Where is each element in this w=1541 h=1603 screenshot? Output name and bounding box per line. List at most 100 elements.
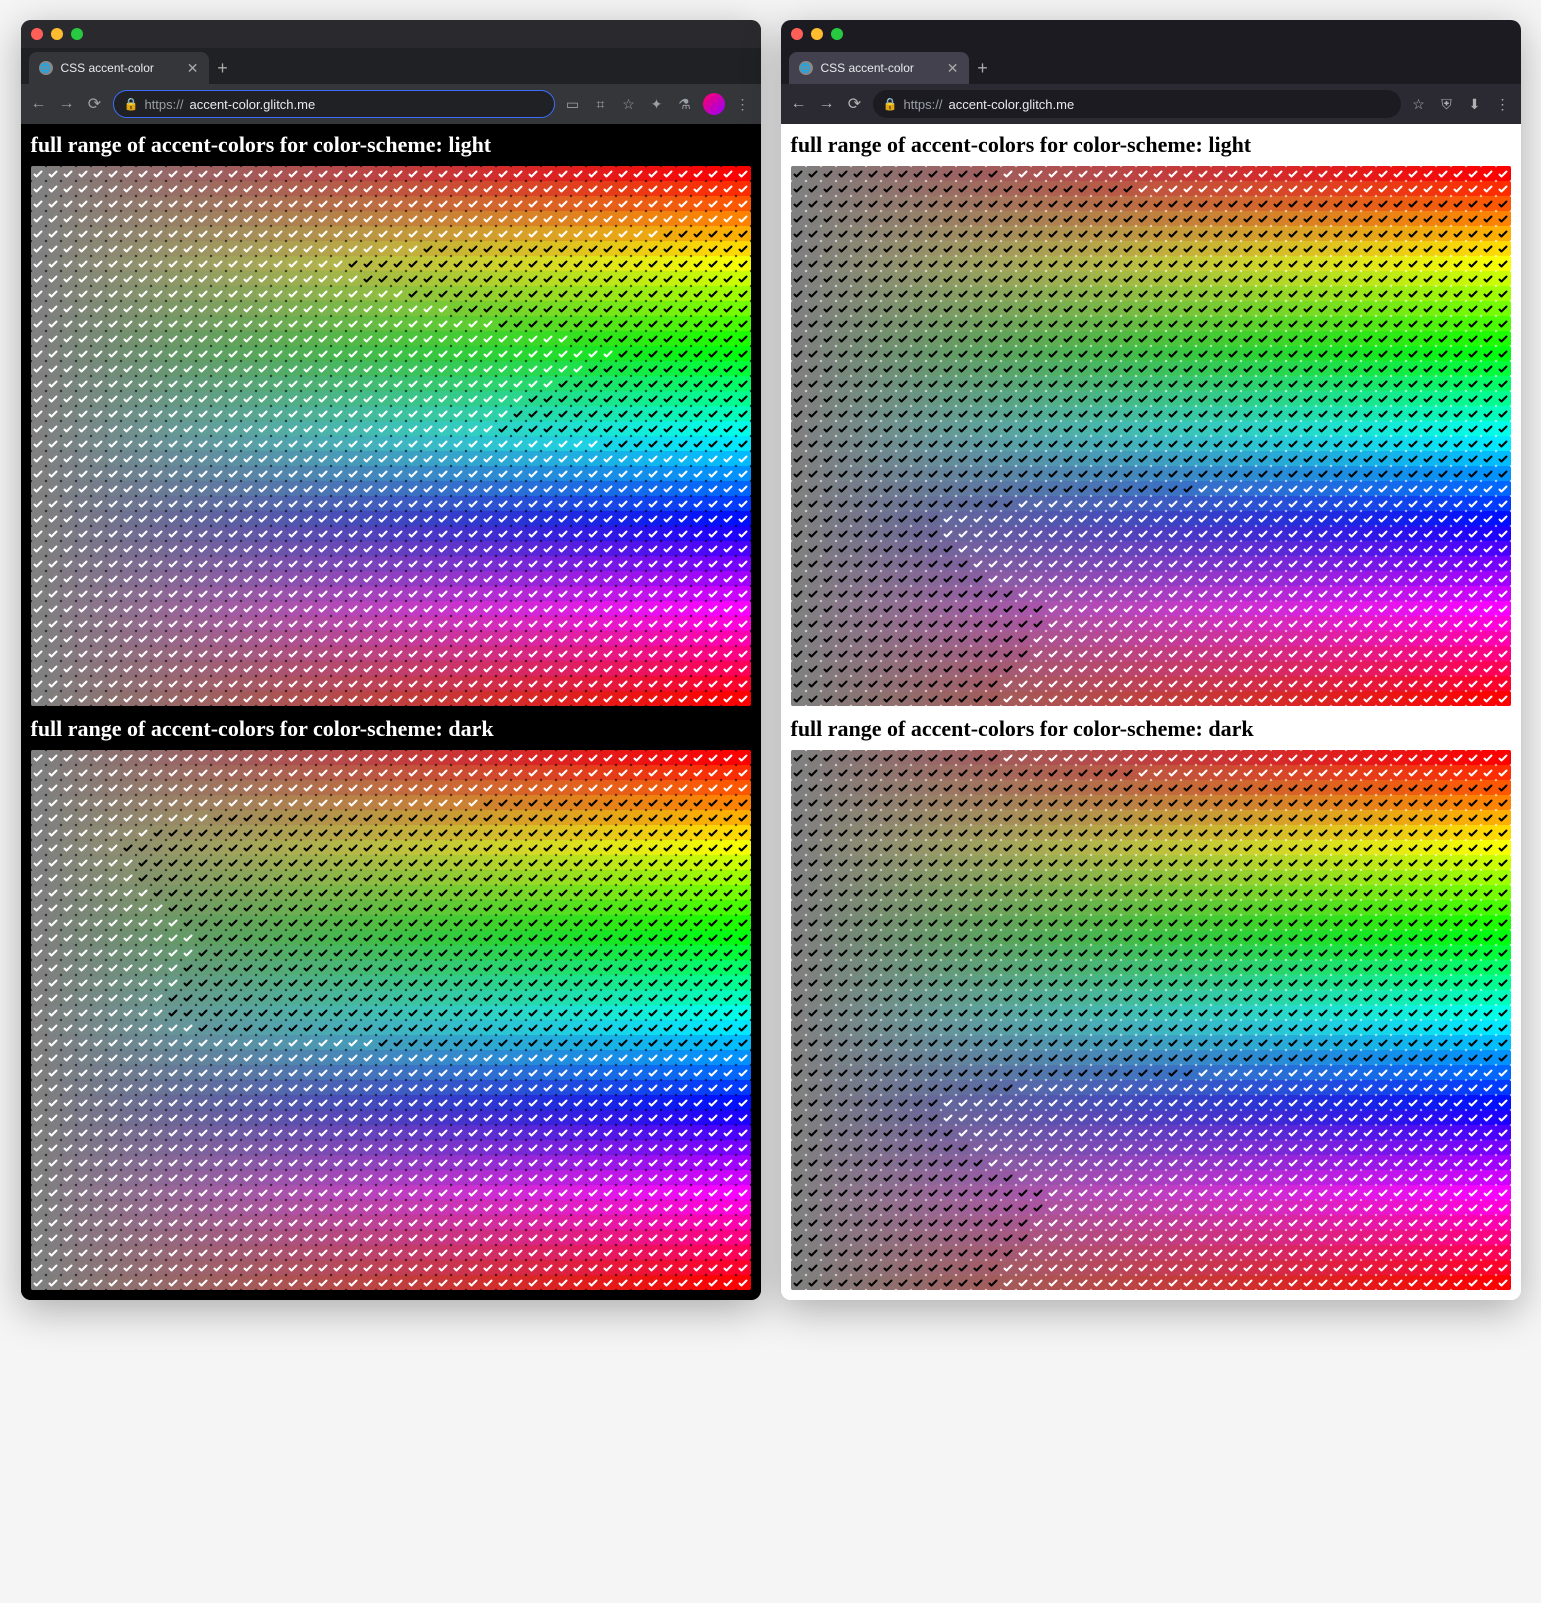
checkbox-sample[interactable] — [676, 436, 691, 451]
checkbox-sample[interactable] — [361, 930, 376, 945]
checkbox-sample[interactable] — [1001, 496, 1016, 511]
checkbox-sample[interactable] — [571, 1155, 586, 1170]
checkbox-sample[interactable] — [91, 631, 106, 646]
checkbox-sample[interactable] — [1331, 421, 1346, 436]
checkbox-sample[interactable] — [196, 1080, 211, 1095]
checkbox-sample[interactable] — [616, 945, 631, 960]
checkbox-sample[interactable] — [361, 915, 376, 930]
checkbox-sample[interactable] — [616, 556, 631, 571]
checkbox-sample[interactable] — [106, 1170, 121, 1185]
checkbox-sample[interactable] — [571, 631, 586, 646]
checkbox-sample[interactable] — [181, 391, 196, 406]
checkbox-sample[interactable] — [271, 810, 286, 825]
checkbox-sample[interactable] — [1181, 496, 1196, 511]
checkbox-sample[interactable] — [691, 361, 706, 376]
checkbox-sample[interactable] — [1181, 361, 1196, 376]
checkbox-sample[interactable] — [286, 885, 301, 900]
checkbox-sample[interactable] — [1031, 511, 1046, 526]
checkbox-sample[interactable] — [926, 541, 941, 556]
checkbox-sample[interactable] — [211, 1170, 226, 1185]
checkbox-sample[interactable] — [1061, 211, 1076, 226]
checkbox-sample[interactable] — [76, 451, 91, 466]
checkbox-sample[interactable] — [971, 361, 986, 376]
checkbox-sample[interactable] — [256, 256, 271, 271]
checkbox-sample[interactable] — [1226, 556, 1241, 571]
checkbox-sample[interactable] — [106, 795, 121, 810]
checkbox-sample[interactable] — [346, 571, 361, 586]
checkbox-sample[interactable] — [196, 451, 211, 466]
checkbox-sample[interactable] — [256, 496, 271, 511]
checkbox-sample[interactable] — [1331, 436, 1346, 451]
checkbox-sample[interactable] — [256, 556, 271, 571]
checkbox-sample[interactable] — [1166, 571, 1181, 586]
checkbox-sample[interactable] — [526, 1035, 541, 1050]
checkbox-sample[interactable] — [896, 616, 911, 631]
checkbox-sample[interactable] — [406, 661, 421, 676]
checkbox-sample[interactable] — [151, 541, 166, 556]
checkbox-sample[interactable] — [31, 316, 46, 331]
checkbox-sample[interactable] — [661, 376, 676, 391]
checkbox-sample[interactable] — [1316, 586, 1331, 601]
checkbox-sample[interactable] — [676, 316, 691, 331]
checkbox-sample[interactable] — [421, 825, 436, 840]
checkbox-sample[interactable] — [46, 286, 61, 301]
checkbox-sample[interactable] — [526, 1020, 541, 1035]
checkbox-sample[interactable] — [31, 436, 46, 451]
checkbox-sample[interactable] — [76, 930, 91, 945]
checkbox-sample[interactable] — [881, 496, 896, 511]
checkbox-sample[interactable] — [986, 271, 1001, 286]
checkbox-sample[interactable] — [1271, 211, 1286, 226]
checkbox-sample[interactable] — [241, 1245, 256, 1260]
checkbox-sample[interactable] — [721, 226, 736, 241]
checkbox-sample[interactable] — [166, 586, 181, 601]
checkbox-sample[interactable] — [616, 331, 631, 346]
checkbox-sample[interactable] — [316, 900, 331, 915]
checkbox-sample[interactable] — [91, 286, 106, 301]
checkbox-sample[interactable] — [136, 1260, 151, 1275]
checkbox-sample[interactable] — [151, 1185, 166, 1200]
checkbox-sample[interactable] — [421, 166, 436, 181]
checkbox-sample[interactable] — [391, 271, 406, 286]
checkbox-sample[interactable] — [676, 855, 691, 870]
checkbox-sample[interactable] — [956, 346, 971, 361]
checkbox-sample[interactable] — [1151, 586, 1166, 601]
checkbox-sample[interactable] — [91, 391, 106, 406]
checkbox-sample[interactable] — [511, 301, 526, 316]
checkbox-sample[interactable] — [1406, 571, 1421, 586]
checkbox-sample[interactable] — [1451, 226, 1466, 241]
checkbox-sample[interactable] — [286, 960, 301, 975]
checkbox-sample[interactable] — [586, 196, 601, 211]
checkbox-sample[interactable] — [151, 780, 166, 795]
checkbox-sample[interactable] — [736, 451, 751, 466]
checkbox-sample[interactable] — [1301, 391, 1316, 406]
checkbox-sample[interactable] — [601, 271, 616, 286]
checkbox-sample[interactable] — [511, 1095, 526, 1110]
checkbox-sample[interactable] — [376, 421, 391, 436]
checkbox-sample[interactable] — [601, 541, 616, 556]
checkbox-sample[interactable] — [91, 196, 106, 211]
checkbox-sample[interactable] — [1226, 436, 1241, 451]
checkbox-sample[interactable] — [616, 1005, 631, 1020]
checkbox-sample[interactable] — [196, 1050, 211, 1065]
checkbox-sample[interactable] — [181, 451, 196, 466]
checkbox-sample[interactable] — [301, 765, 316, 780]
checkbox-sample[interactable] — [1181, 586, 1196, 601]
checkbox-sample[interactable] — [1091, 526, 1106, 541]
checkbox-sample[interactable] — [496, 1170, 511, 1185]
checkbox-sample[interactable] — [61, 885, 76, 900]
checkbox-sample[interactable] — [376, 1005, 391, 1020]
checkbox-sample[interactable] — [1256, 496, 1271, 511]
checkbox-sample[interactable] — [1496, 541, 1511, 556]
checkbox-sample[interactable] — [481, 1110, 496, 1125]
checkbox-sample[interactable] — [791, 481, 806, 496]
checkbox-sample[interactable] — [556, 586, 571, 601]
checkbox-sample[interactable] — [451, 571, 466, 586]
checkbox-sample[interactable] — [1076, 346, 1091, 361]
checkbox-sample[interactable] — [181, 945, 196, 960]
checkbox-sample[interactable] — [436, 885, 451, 900]
checkbox-sample[interactable] — [556, 1185, 571, 1200]
checkbox-sample[interactable] — [526, 481, 541, 496]
checkbox-sample[interactable] — [121, 1020, 136, 1035]
checkbox-sample[interactable] — [151, 631, 166, 646]
checkbox-sample[interactable] — [316, 166, 331, 181]
